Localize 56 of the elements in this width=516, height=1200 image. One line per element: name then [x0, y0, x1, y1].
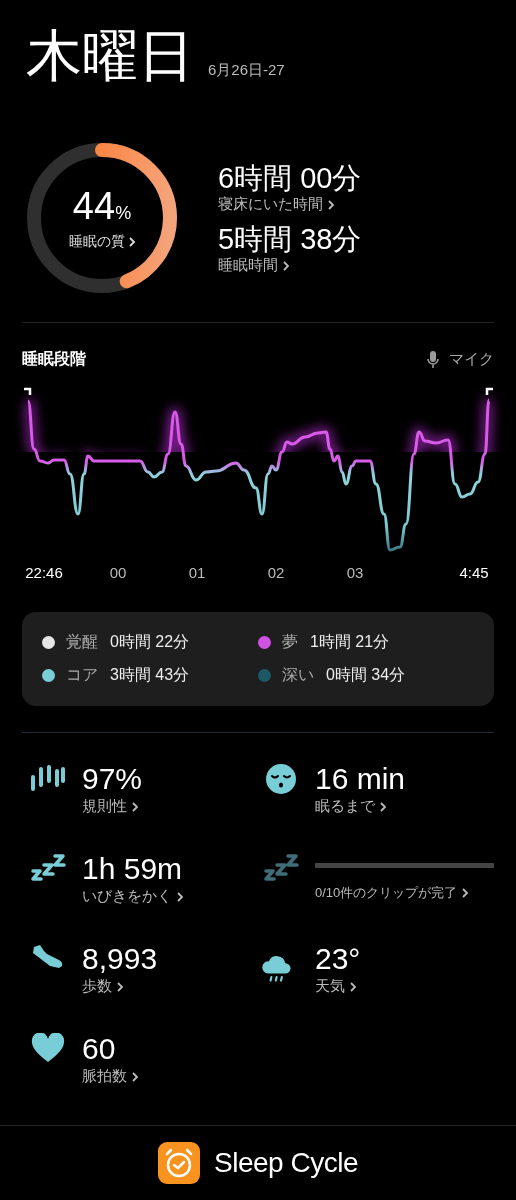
time-label: 22:46	[25, 564, 63, 581]
end-marker	[485, 387, 493, 395]
duration-value: 5時間 38分	[218, 222, 362, 256]
quality-link[interactable]: 睡眠の質	[68, 232, 136, 251]
stat-value: 8,993	[82, 941, 158, 977]
stat-value: 16 min	[315, 761, 406, 797]
date-range: 6月26日-27	[208, 61, 285, 80]
app-name: Sleep Cycle	[214, 1147, 358, 1179]
time-label: 03	[346, 564, 364, 581]
stat-link[interactable]: 天気	[315, 977, 361, 996]
heart-icon	[31, 1033, 65, 1063]
app-logo-icon	[158, 1142, 201, 1184]
microphone-link[interactable]: マイク	[427, 350, 494, 369]
duration-link[interactable]: 寝床にいた時間	[218, 195, 335, 214]
duration-link[interactable]: 睡眠時間	[218, 256, 290, 275]
stage-duration: 3時間 43分	[110, 665, 190, 685]
stat-value: 60	[82, 1031, 117, 1067]
time-label: 01	[188, 564, 206, 581]
stat-link[interactable]: 歩数	[82, 977, 158, 996]
stat-link[interactable]: 眠るまで	[315, 797, 406, 816]
stage-name: 覚醒	[66, 632, 98, 652]
quality-value: 44%	[72, 185, 132, 229]
duration-value: 6時間 00分	[218, 161, 362, 195]
stat-link[interactable]: 脈拍数	[82, 1067, 139, 1086]
sneaker-icon	[31, 943, 65, 971]
chevron-icon	[127, 235, 136, 248]
start-marker	[24, 387, 32, 395]
chevron-icon	[131, 1070, 139, 1083]
stage-name: 夢	[282, 632, 298, 652]
stage-name: コア	[66, 665, 98, 685]
day-title: 木曜日	[26, 24, 194, 88]
chevron-icon	[327, 198, 335, 211]
stat-link[interactable]: いびきをかく	[82, 887, 184, 906]
time-label: 4:45	[459, 564, 489, 581]
microphone-icon	[427, 350, 439, 369]
chevron-icon	[176, 890, 184, 903]
chevron-icon	[116, 980, 124, 993]
chevron-icon	[461, 887, 470, 899]
stat-value: 1h 59m	[82, 851, 184, 887]
stat-link[interactable]: 規則性	[82, 797, 143, 816]
stage-duration: 0時間 34分	[326, 665, 406, 685]
sleeping-face-icon	[265, 763, 297, 795]
time-label: 02	[267, 564, 285, 581]
chevron-icon	[379, 800, 387, 813]
stage-duration: 1時間 21分	[310, 632, 390, 652]
stat-value: 23°	[315, 941, 361, 977]
stage-name: 深い	[282, 665, 314, 685]
chevron-icon	[349, 980, 357, 993]
stage-duration: 0時間 22分	[110, 632, 190, 652]
time-label: 00	[109, 564, 127, 581]
bar-chart-icon	[30, 763, 66, 793]
stat-link[interactable]: 0/10件のクリップが完了	[315, 884, 494, 902]
chevron-icon	[131, 800, 139, 813]
section-title: 睡眠段階	[22, 349, 86, 369]
stat-value: 97%	[82, 761, 143, 797]
chevron-icon	[282, 259, 290, 272]
